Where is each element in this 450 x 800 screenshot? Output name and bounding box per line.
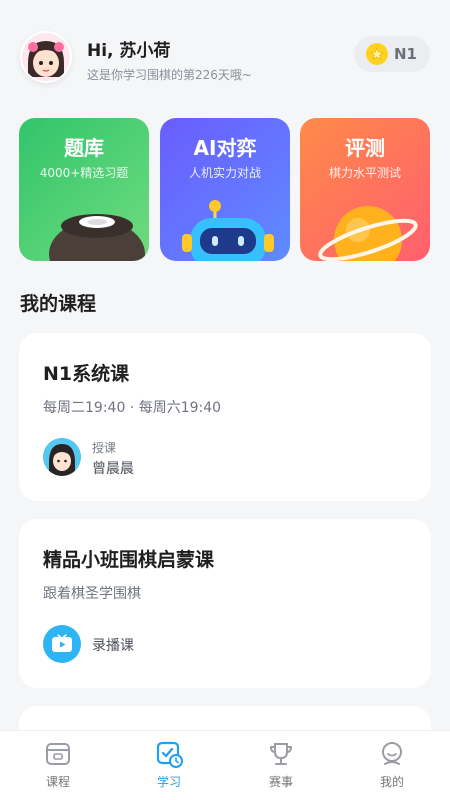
my-courses-heading: 我的课程 (20, 293, 97, 315)
teacher-avatar (43, 438, 81, 476)
tab-study[interactable]: 学习 (113, 731, 225, 800)
user-avatar[interactable] (20, 31, 72, 83)
tab-profile-label: 我的 (379, 775, 404, 789)
trophy-icon (269, 743, 293, 765)
tab-course-label: 课程 (45, 775, 70, 789)
tab-competition[interactable]: 赛事 (225, 731, 337, 800)
course-title: N1系统课 (43, 363, 130, 385)
question-bank-card[interactable]: 题库 4000+精选习题 (19, 118, 149, 261)
course-card-n1[interactable]: N1系统课 每周二19:40 · 每周六19:40 授课 曾晨晨 (19, 333, 431, 501)
tab-competition-label: 赛事 (268, 775, 293, 789)
course-subtitle: 跟着棋圣学围棋 (43, 586, 141, 602)
tab-study-label: 学习 (156, 775, 181, 789)
study-icon (156, 741, 183, 768)
teacher-name: 曾晨晨 (92, 461, 134, 477)
course-schedule: 每周二19:40 · 每周六19:40 (43, 400, 222, 416)
course-title: 精品小班围棋启蒙课 (43, 549, 215, 571)
profile-icon (382, 742, 402, 765)
study-days-text: 这是你学习围棋的第226天哦~ (87, 68, 252, 82)
robot-icon (182, 200, 274, 261)
teacher-label: 授课 (92, 441, 117, 455)
study-page: Hi, 苏小荷 这是你学习围棋的第226天哦~ N1 题库 4000+精选习题 … (0, 0, 450, 800)
ai-match-card[interactable]: AI对弈 人机实力对战 (160, 118, 290, 261)
star-icon (366, 43, 388, 65)
greeting-text: Hi, 苏小荷 (87, 41, 171, 61)
level-text: N1 (394, 45, 417, 63)
tab-profile[interactable]: 我的 (336, 731, 448, 800)
course-icon (46, 743, 70, 765)
tab-course[interactable]: 课程 (2, 731, 114, 800)
course-card-enlightenment[interactable]: 精品小班围棋启蒙课 跟着棋圣学围棋 录播课 (19, 519, 431, 688)
video-play-icon (43, 625, 81, 663)
recorded-course-label: 录播课 (92, 638, 134, 654)
bottom-tab-bar: 课程 学习 赛事 我的 (0, 730, 450, 800)
planet-icon (318, 206, 418, 261)
evaluation-card[interactable]: 评测 棋力水平测试 (300, 118, 430, 261)
go-bowl-icon (49, 214, 145, 261)
header: Hi, 苏小荷 这是你学习围棋的第226天哦~ N1 (0, 0, 450, 110)
level-badge[interactable]: N1 (354, 36, 430, 72)
